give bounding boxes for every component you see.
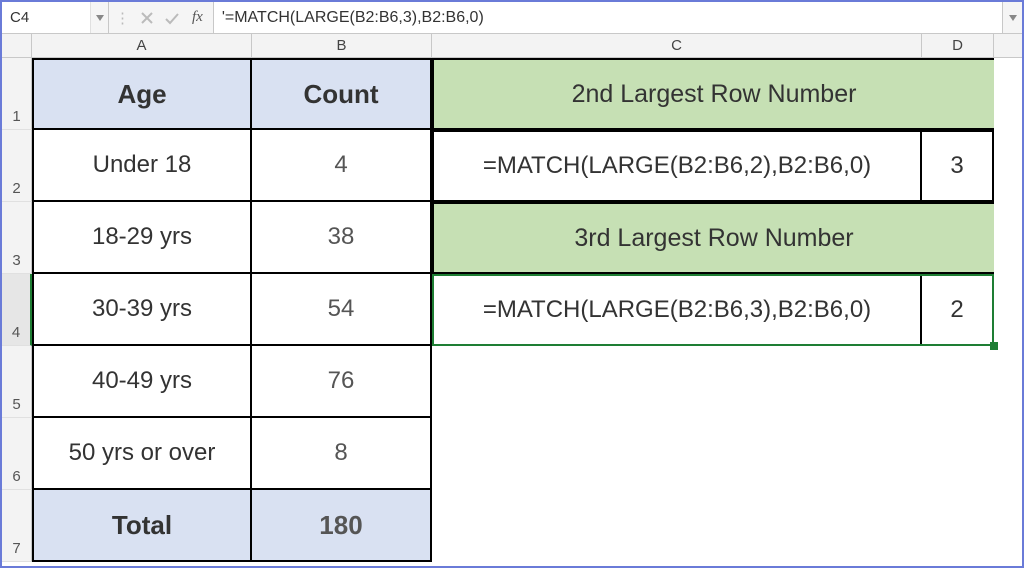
row-header[interactable]: 4 xyxy=(2,274,32,346)
cell-C2[interactable]: =MATCH(LARGE(B2:B6,2),B2:B6,0) xyxy=(432,130,922,202)
fx-icon[interactable]: fx xyxy=(190,9,207,26)
col-header-A[interactable]: A xyxy=(32,34,252,57)
chevron-down-icon xyxy=(1009,15,1017,21)
cell-B5[interactable]: 76 xyxy=(252,346,432,418)
cell-A1[interactable]: Age xyxy=(32,58,252,130)
grid-row: 6 50 yrs or over 8 xyxy=(2,418,1022,490)
cell-D5[interactable] xyxy=(922,346,994,418)
grid-row: 7 Total 180 xyxy=(2,490,1022,562)
cell-D2[interactable]: 3 xyxy=(922,130,994,202)
cell-C3[interactable]: 3rd Largest Row Number xyxy=(432,202,994,274)
name-box-dropdown[interactable] xyxy=(90,2,108,33)
grid-row: 2 Under 18 4 =MATCH(LARGE(B2:B6,2),B2:B6… xyxy=(2,130,1022,202)
cell-D4[interactable]: 2 xyxy=(922,274,994,346)
enter-icon[interactable] xyxy=(164,11,180,25)
cell-B6[interactable]: 8 xyxy=(252,418,432,490)
name-box[interactable]: C4 xyxy=(2,9,90,26)
column-headers: A B C D xyxy=(2,34,1022,58)
cancel-icon[interactable] xyxy=(140,11,154,25)
row-header[interactable]: 2 xyxy=(2,130,32,202)
grid-rows: 1 Age Count 2nd Largest Row Number 2 Und… xyxy=(2,58,1022,562)
cell-C1[interactable]: 2nd Largest Row Number xyxy=(432,58,994,130)
cell-B7[interactable]: 180 xyxy=(252,490,432,562)
col-header-D[interactable]: D xyxy=(922,34,994,57)
cell-D6[interactable] xyxy=(922,418,994,490)
worksheet: A B C D 1 Age Count 2nd Largest Row Numb… xyxy=(2,34,1022,566)
grid-row: 3 18-29 yrs 38 3rd Largest Row Number xyxy=(2,202,1022,274)
col-header-B[interactable]: B xyxy=(252,34,432,57)
row-header[interactable]: 3 xyxy=(2,202,32,274)
row-header[interactable]: 1 xyxy=(2,58,32,130)
row-header[interactable]: 6 xyxy=(2,418,32,490)
formula-actions: ⋮ fx xyxy=(109,2,214,33)
grid-row: 5 40-49 yrs 76 xyxy=(2,346,1022,418)
cell-A3[interactable]: 18-29 yrs xyxy=(32,202,252,274)
formula-bar-expand[interactable] xyxy=(1002,2,1022,33)
cell-B1[interactable]: Count xyxy=(252,58,432,130)
cell-C7[interactable] xyxy=(432,490,922,562)
divider-icon: ⋮ xyxy=(115,9,130,27)
grid-row: 4 30-39 yrs 54 =MATCH(LARGE(B2:B6,3),B2:… xyxy=(2,274,1022,346)
row-header[interactable]: 5 xyxy=(2,346,32,418)
formula-bar: C4 ⋮ fx '=MATCH(LARGE(B2:B6,3),B2:B6,0) xyxy=(2,2,1022,34)
select-all-corner[interactable] xyxy=(2,34,32,57)
chevron-down-icon xyxy=(96,15,104,21)
cell-B3[interactable]: 38 xyxy=(252,202,432,274)
cell-C6[interactable] xyxy=(432,418,922,490)
cell-A4[interactable]: 30-39 yrs xyxy=(32,274,252,346)
col-header-C[interactable]: C xyxy=(432,34,922,57)
cell-C5[interactable] xyxy=(432,346,922,418)
grid-row: 1 Age Count 2nd Largest Row Number xyxy=(2,58,1022,130)
cell-B2[interactable]: 4 xyxy=(252,130,432,202)
cell-A2[interactable]: Under 18 xyxy=(32,130,252,202)
row-header[interactable]: 7 xyxy=(2,490,32,562)
cell-A7[interactable]: Total xyxy=(32,490,252,562)
name-box-wrap: C4 xyxy=(2,2,109,33)
formula-input[interactable]: '=MATCH(LARGE(B2:B6,3),B2:B6,0) xyxy=(214,2,1002,33)
cell-D7[interactable] xyxy=(922,490,994,562)
cell-C4[interactable]: =MATCH(LARGE(B2:B6,3),B2:B6,0) xyxy=(432,274,922,346)
cell-A5[interactable]: 40-49 yrs xyxy=(32,346,252,418)
cell-A6[interactable]: 50 yrs or over xyxy=(32,418,252,490)
cell-B4[interactable]: 54 xyxy=(252,274,432,346)
